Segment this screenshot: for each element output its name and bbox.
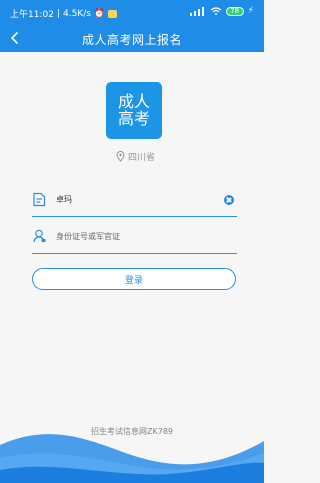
status-bar: 上午11:02 | 4.5K/s ⏰ 78 ⚡ — [0, 0, 264, 24]
app-logo: 成人 高考 — [106, 82, 162, 139]
name-field-row — [32, 188, 237, 217]
logo-line-2: 高考 — [117, 108, 150, 128]
status-icons: 78 ⚡ — [189, 6, 254, 16]
battery-icon: 78 — [225, 6, 244, 16]
charging-icon: ⚡ — [247, 6, 254, 16]
page-title: 成人高考网上报名 — [81, 33, 182, 47]
document-icon — [33, 192, 46, 207]
name-input[interactable] — [56, 195, 206, 204]
notification-badge-icon — [108, 9, 118, 18]
user-icon — [33, 229, 46, 243]
status-separator: | — [56, 8, 60, 19]
location-label: 四川省 — [128, 153, 156, 163]
location-indicator: 四川省 — [116, 150, 155, 163]
clear-icon[interactable] — [224, 195, 234, 205]
location-pin-icon — [116, 151, 125, 162]
header-bar: 成人高考网上报名 — [0, 24, 264, 52]
decorative-wave-background — [0, 434, 264, 483]
id-field-row — [32, 225, 237, 254]
alarm-icon: ⏰ — [93, 8, 106, 19]
login-button[interactable]: 登录 — [32, 268, 236, 290]
logo-line-1: 成人 — [117, 91, 150, 111]
status-speed: 4.5K/s — [62, 8, 91, 19]
status-left: 上午11:02 | 4.5K/s ⏰ — [10, 7, 118, 20]
signal-icon — [189, 6, 206, 16]
status-time: 上午11:02 — [10, 10, 54, 20]
wifi-icon — [210, 7, 222, 15]
id-input[interactable] — [56, 232, 206, 241]
